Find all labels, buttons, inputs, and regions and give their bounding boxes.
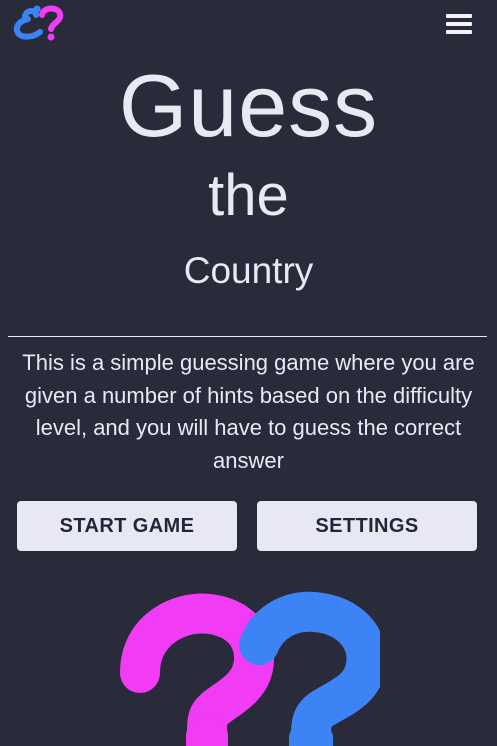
start-game-button[interactable]: START GAME — [17, 501, 237, 551]
question-marks-icon — [118, 590, 380, 746]
top-bar — [0, 0, 497, 48]
title-the: the — [208, 163, 289, 228]
menu-line-bottom — [446, 30, 472, 34]
title-country: Country — [183, 250, 314, 291]
logo-icon[interactable] — [12, 2, 64, 42]
app-screen: Guess the Country This is a simple guess… — [0, 0, 497, 746]
settings-button[interactable]: SETTINGS — [257, 501, 477, 551]
game-description: This is a simple guessing game where you… — [22, 350, 475, 473]
menu-line-middle — [446, 22, 472, 26]
menu-line-top — [446, 14, 472, 18]
title-guess: Guess — [118, 56, 379, 155]
title-divider — [8, 336, 487, 337]
hamburger-menu-icon[interactable] — [444, 10, 474, 38]
